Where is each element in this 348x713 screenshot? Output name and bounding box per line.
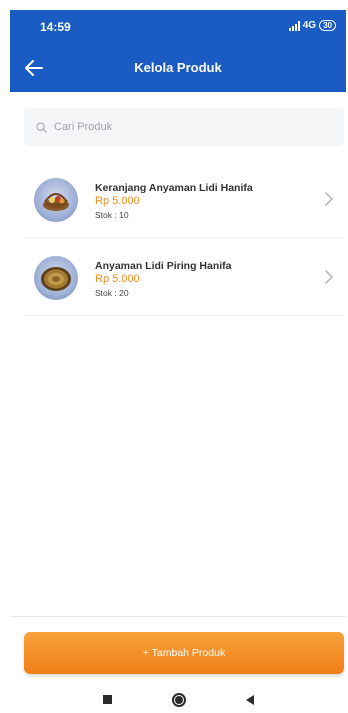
product-price: Rp 5.000 xyxy=(95,273,140,285)
search-icon xyxy=(36,121,47,133)
network-type: 4G xyxy=(302,20,317,31)
home-icon[interactable] xyxy=(171,692,186,707)
product-image-basket xyxy=(34,178,78,222)
product-name: Anyaman Lidi Piring Hanifa xyxy=(95,260,232,272)
back-nav-icon[interactable] xyxy=(245,694,254,705)
battery-icon: 30 xyxy=(319,20,336,31)
app-screen: 14:59 4G 30 Kelola Produk Cari Produk Ke… xyxy=(10,10,346,713)
system-nav-bar xyxy=(10,686,346,713)
product-name: Keranjang Anyaman Lidi Hanifa xyxy=(95,182,253,194)
app-bar: Kelola Produk xyxy=(10,44,346,92)
signal-icon xyxy=(288,20,300,31)
add-product-button[interactable]: + Tambah Produk xyxy=(24,632,344,674)
bottom-divider xyxy=(10,616,346,617)
product-item[interactable]: Keranjang Anyaman Lidi Hanifa Rp 5.000 S… xyxy=(24,160,344,238)
product-list: Keranjang Anyaman Lidi Hanifa Rp 5.000 S… xyxy=(24,160,344,316)
product-stock: Stok : 20 xyxy=(95,288,129,298)
status-time: 14:59 xyxy=(40,20,71,34)
product-item[interactable]: Anyaman Lidi Piring Hanifa Rp 5.000 Stok… xyxy=(24,238,344,316)
battery-level: 30 xyxy=(323,21,332,30)
product-stock: Stok : 10 xyxy=(95,210,129,220)
page-title: Kelola Produk xyxy=(134,60,222,75)
status-indicators: 4G 30 xyxy=(288,20,336,31)
product-price: Rp 5.000 xyxy=(95,195,140,207)
search-input[interactable] xyxy=(54,121,314,133)
basket-image-icon xyxy=(43,193,69,211)
recent-apps-icon[interactable] xyxy=(102,695,112,704)
chevron-right-icon[interactable] xyxy=(322,268,336,286)
product-image-plate xyxy=(34,256,78,300)
status-bar: 14:59 4G 30 xyxy=(10,10,346,44)
chevron-right-icon[interactable] xyxy=(322,190,336,208)
search-bar[interactable] xyxy=(24,108,344,146)
plate-image-icon xyxy=(41,267,71,291)
